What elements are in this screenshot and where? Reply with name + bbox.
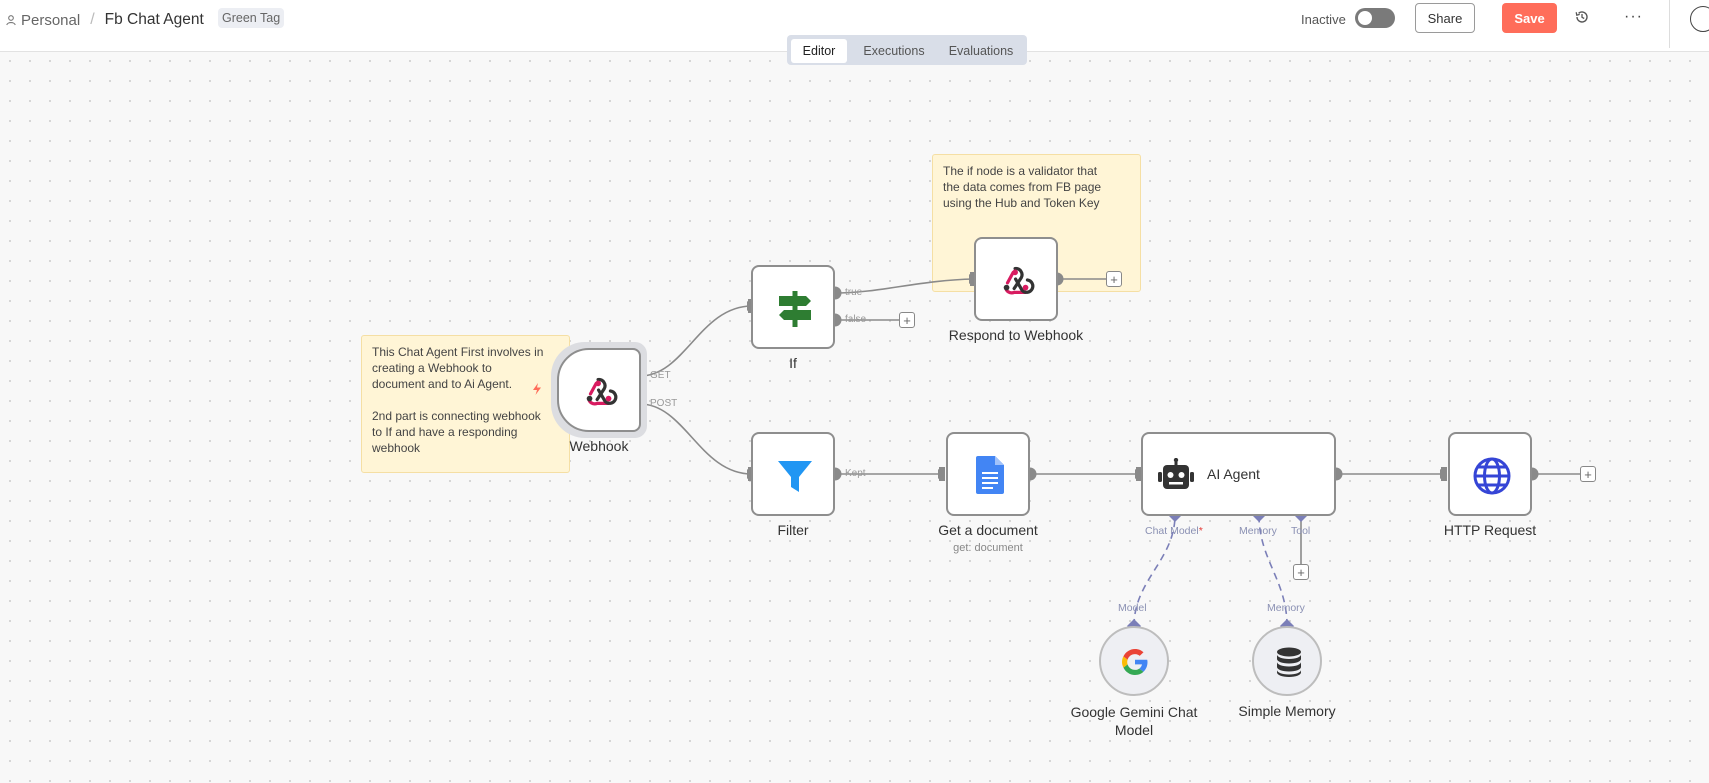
toggle-knob	[1358, 11, 1372, 25]
share-button[interactable]: Share	[1415, 3, 1475, 33]
add-tool-button[interactable]: +	[1293, 564, 1309, 580]
node-http-request[interactable]	[1448, 432, 1532, 516]
view-tabs: Editor Executions Evaluations	[787, 35, 1027, 65]
output-label-post: POST	[650, 398, 678, 409]
output-label-false: false	[845, 314, 867, 325]
input-handle	[939, 467, 945, 481]
node-respond-label: Respond to Webhook	[948, 327, 1084, 343]
node-gemini-chat-model[interactable]	[1099, 626, 1169, 696]
active-toggle[interactable]	[1355, 8, 1395, 28]
node-http-request-label: HTTP Request	[1443, 522, 1537, 538]
port-label-chat-model: Chat Model*	[1145, 525, 1203, 537]
node-filter-label: Filter	[777, 522, 809, 538]
google-docs-icon	[976, 456, 1004, 494]
output-label-true: true	[845, 287, 863, 298]
output-label-get: GET	[650, 370, 671, 381]
header-divider	[1669, 0, 1670, 48]
input-handle	[1441, 467, 1447, 481]
more-options-icon[interactable]: ···	[1624, 8, 1643, 26]
required-mark: *	[1198, 525, 1203, 537]
connections-layer	[633, 272, 1580, 633]
node-get-document-label: Get a document	[938, 522, 1038, 538]
webhook-icon	[1003, 266, 1035, 295]
output-label-kept: Kept	[845, 468, 866, 479]
tab-editor[interactable]: Editor	[791, 39, 847, 63]
globe-icon	[1473, 457, 1511, 495]
active-status-label: Inactive	[1301, 12, 1346, 27]
port-label-tool: Tool	[1291, 525, 1311, 537]
edge-webhook-if	[639, 305, 753, 377]
signpost-icon	[779, 291, 811, 327]
workflow-name[interactable]: Fb Chat Agent	[105, 11, 204, 29]
history-icon[interactable]	[1574, 9, 1590, 25]
node-filter[interactable]	[751, 432, 835, 516]
database-icon	[1277, 647, 1301, 677]
node-if[interactable]	[751, 265, 835, 349]
tab-executions[interactable]: Executions	[851, 39, 937, 63]
google-icon	[1122, 649, 1148, 675]
port-label-model: Model	[1118, 602, 1147, 614]
port-label-chat-model-text: Chat Model	[1145, 525, 1199, 537]
node-get-document[interactable]	[946, 432, 1030, 516]
workflow-tag[interactable]: Green Tag	[218, 8, 285, 28]
node-webhook-label: Webhook	[569, 438, 629, 454]
breadcrumb-separator: /	[90, 11, 95, 28]
node-get-document-subtitle: get: document	[953, 542, 1023, 554]
node-respond-to-webhook[interactable]	[974, 237, 1058, 321]
add-node-button[interactable]: +	[899, 312, 915, 328]
edge-webhook-filter	[639, 403, 753, 475]
node-if-label: If	[789, 355, 797, 371]
person-icon	[6, 15, 16, 26]
breadcrumb: Personal / Fb Chat Agent	[5, 10, 204, 30]
robot-icon	[1158, 458, 1194, 489]
add-node-button[interactable]: +	[1106, 271, 1122, 287]
node-simple-memory-label: Simple Memory	[1238, 703, 1336, 719]
filter-icon	[778, 461, 812, 492]
breadcrumb-personal[interactable]: Personal	[21, 12, 80, 29]
save-button[interactable]: Save	[1502, 3, 1557, 33]
node-gemini-label-line2: Model	[1114, 722, 1154, 738]
webhook-icon	[586, 377, 618, 406]
add-node-button[interactable]: +	[1580, 466, 1596, 482]
node-simple-memory[interactable]	[1252, 626, 1322, 696]
node-ai-agent-label: AI Agent	[1207, 466, 1260, 482]
node-ai-agent[interactable]: AI Agent	[1141, 432, 1336, 516]
node-webhook[interactable]	[557, 348, 641, 432]
port-label-memory-sub: Memory	[1267, 602, 1305, 614]
github-icon[interactable]	[1690, 6, 1709, 32]
tab-evaluations[interactable]: Evaluations	[939, 39, 1023, 63]
port-label-memory: Memory	[1239, 525, 1277, 537]
